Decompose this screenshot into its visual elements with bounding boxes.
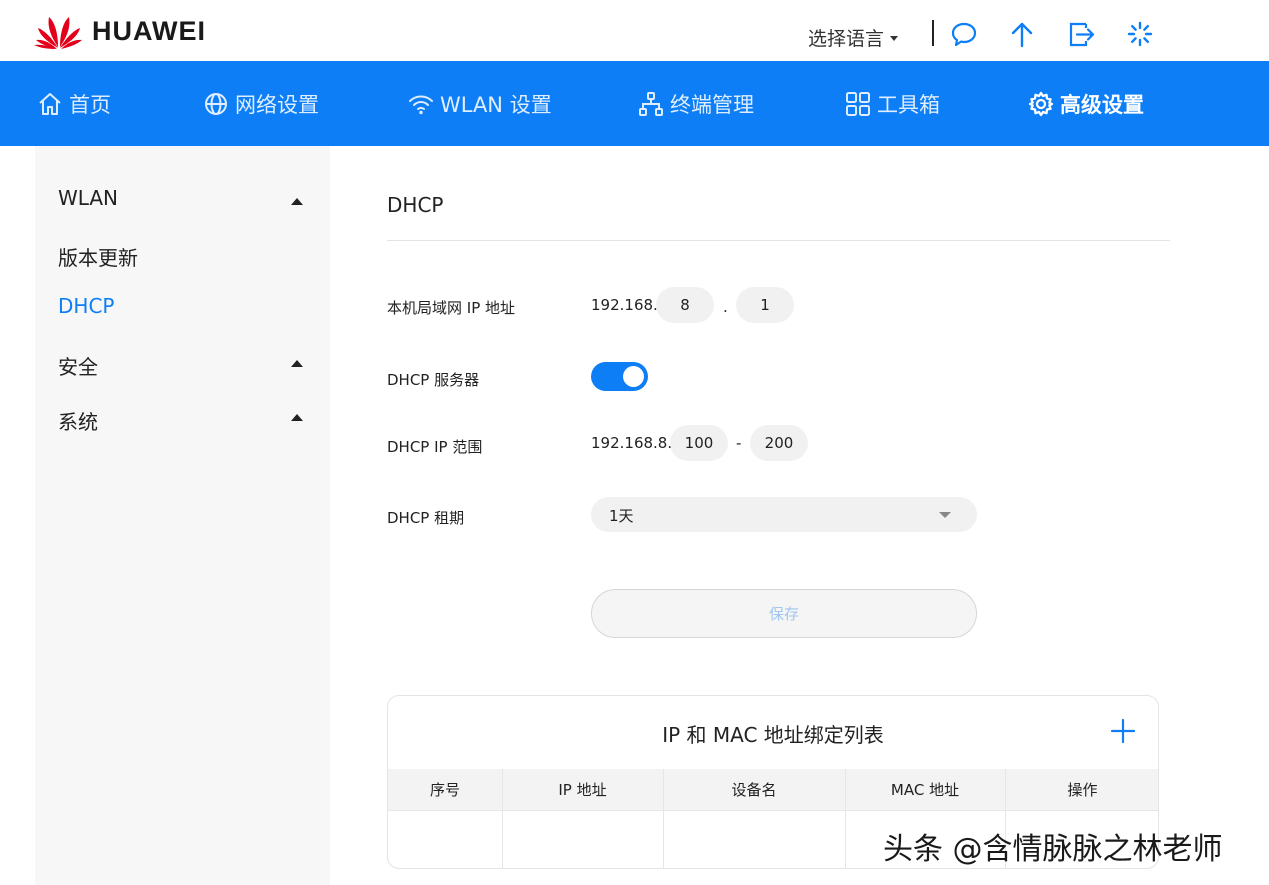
column-header-actions: 操作 bbox=[1067, 781, 1098, 799]
page-title: DHCP bbox=[387, 193, 444, 217]
column-header-index: 序号 bbox=[429, 781, 460, 799]
sidebar-item-label: DHCP bbox=[58, 294, 115, 318]
logout-icon[interactable] bbox=[1068, 20, 1096, 48]
main-nav: 首页 网络设置 WLAN 设置 终端管理 工具箱 高级设置 bbox=[0, 61, 1269, 146]
sidebar-item-label: 版本更新 bbox=[58, 246, 138, 270]
lan-ip-prefix: 192.168. bbox=[591, 296, 658, 314]
top-header: HUAWEI 选择语言 bbox=[0, 0, 1269, 61]
wifi-icon bbox=[409, 95, 433, 114]
add-binding-button[interactable] bbox=[1110, 718, 1136, 744]
nav-toolbox[interactable]: 工具箱 bbox=[845, 61, 940, 146]
dhcp-lease-label: DHCP 租期 bbox=[387, 509, 465, 527]
upload-arrow-icon[interactable] bbox=[1008, 20, 1036, 48]
language-label: 选择语言 bbox=[808, 28, 885, 50]
header-divider bbox=[932, 20, 934, 46]
dhcp-range-label: DHCP IP 范围 bbox=[387, 438, 483, 456]
sidebar-item-label: WLAN bbox=[58, 186, 119, 210]
nav-label: 终端管理 bbox=[670, 92, 754, 117]
nav-device-management[interactable]: 终端管理 bbox=[638, 61, 754, 146]
column-header-device-name: 设备名 bbox=[731, 781, 777, 799]
sidebar-item-security[interactable]: 安全 bbox=[58, 351, 98, 380]
huawei-logo[interactable]: HUAWEI bbox=[34, 12, 206, 50]
lease-selected-value: 1天 bbox=[609, 507, 634, 525]
sidebar-item-dhcp[interactable]: DHCP bbox=[58, 294, 114, 318]
dhcp-range-prefix: 192.168.8. bbox=[591, 434, 673, 452]
column-header-mac: MAC 地址 bbox=[890, 781, 960, 799]
sidebar-item-wlan[interactable]: WLAN bbox=[58, 186, 118, 210]
column-header-ip: IP 地址 bbox=[558, 781, 607, 799]
brand-name: HUAWEI bbox=[92, 15, 206, 46]
devices-icon bbox=[639, 91, 663, 116]
nav-label: 高级设置 bbox=[1060, 92, 1144, 117]
nav-advanced-settings[interactable]: 高级设置 bbox=[1028, 61, 1144, 146]
column-divider bbox=[845, 769, 846, 868]
ip-dot-separator: . bbox=[723, 298, 728, 316]
chevron-down-icon bbox=[939, 512, 951, 518]
nav-label: WLAN 设置 bbox=[440, 92, 552, 117]
huawei-petal-icon bbox=[34, 17, 82, 49]
sidebar-item-label: 安全 bbox=[58, 355, 98, 379]
dhcp-range-start-input[interactable] bbox=[670, 425, 728, 461]
collapse-arrow-icon[interactable] bbox=[291, 198, 303, 205]
collapse-arrow-icon[interactable] bbox=[291, 414, 303, 421]
loading-icon bbox=[1126, 20, 1154, 48]
sidebar-item-firmware-update[interactable]: 版本更新 bbox=[58, 242, 138, 271]
range-dash-separator: - bbox=[736, 434, 742, 452]
nav-network-settings[interactable]: 网络设置 bbox=[203, 61, 319, 146]
binding-table-title: IP 和 MAC 地址绑定列表 bbox=[662, 723, 884, 747]
lan-ip-octet3-input[interactable] bbox=[656, 287, 714, 323]
toggle-knob bbox=[623, 366, 644, 387]
save-button[interactable]: 保存 bbox=[591, 589, 977, 638]
collapse-arrow-icon[interactable] bbox=[291, 360, 303, 367]
dhcp-lease-select[interactable]: 1天 bbox=[591, 497, 977, 532]
title-divider bbox=[387, 240, 1170, 241]
lan-ip-octet4-input[interactable] bbox=[736, 287, 794, 323]
watermark-text: 头条 @含情脉脉之林老师 bbox=[883, 832, 1223, 867]
nav-label: 首页 bbox=[69, 92, 111, 117]
sidebar: WLAN 版本更新 DHCP 安全 系统 bbox=[35, 146, 330, 885]
dhcp-server-toggle[interactable] bbox=[591, 362, 648, 391]
nav-home[interactable]: 首页 bbox=[37, 61, 111, 146]
gear-icon bbox=[1028, 91, 1054, 116]
nav-label: 网络设置 bbox=[235, 92, 319, 117]
globe-icon bbox=[205, 92, 227, 115]
grid-icon bbox=[846, 91, 870, 116]
home-icon bbox=[39, 92, 61, 115]
table-header: 序号 IP 地址 设备名 MAC 地址 操作 bbox=[388, 769, 1158, 811]
language-selector[interactable]: 选择语言 bbox=[808, 24, 899, 51]
dhcp-server-label: DHCP 服务器 bbox=[387, 371, 480, 389]
nav-label: 工具箱 bbox=[877, 92, 940, 117]
plus-icon bbox=[1110, 718, 1136, 744]
sidebar-item-label: 系统 bbox=[58, 410, 98, 434]
caret-down-icon bbox=[890, 36, 899, 41]
column-divider bbox=[502, 769, 503, 868]
lan-ip-label: 本机局域网 IP 地址 bbox=[387, 299, 516, 317]
chat-icon[interactable] bbox=[950, 20, 978, 48]
nav-wlan-settings[interactable]: WLAN 设置 bbox=[408, 61, 552, 146]
column-divider bbox=[663, 769, 664, 868]
sidebar-item-system[interactable]: 系统 bbox=[58, 406, 98, 435]
dhcp-range-end-input[interactable] bbox=[750, 425, 808, 461]
